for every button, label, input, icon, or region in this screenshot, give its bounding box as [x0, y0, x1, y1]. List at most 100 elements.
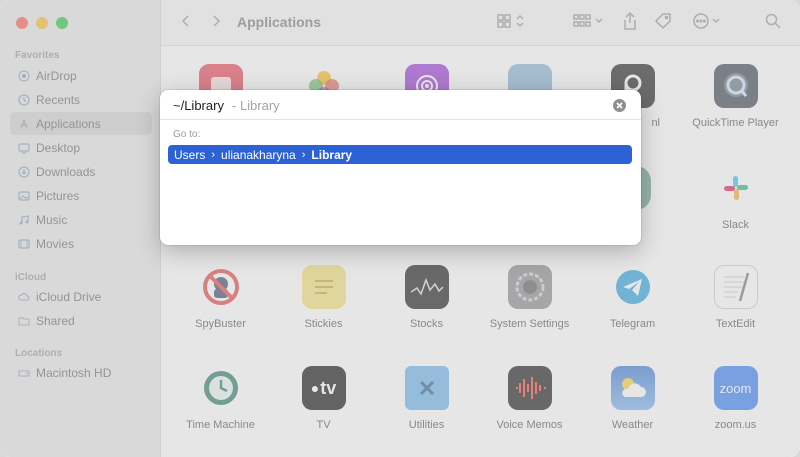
clear-input-button[interactable]	[613, 99, 626, 112]
sidebar-item-label: Recents	[36, 92, 81, 107]
search-button[interactable]	[763, 12, 783, 34]
zoom-icon: zoom	[713, 366, 758, 410]
path-input-value[interactable]: ~/Library	[173, 98, 224, 113]
sidebar-item-movies[interactable]: Movies	[10, 232, 152, 255]
close-window-button[interactable]	[16, 17, 28, 29]
apple-logo-icon: ●	[310, 380, 320, 396]
close-icon	[616, 102, 623, 109]
app-item-stocks[interactable]: Stocks	[375, 265, 478, 330]
telegram-icon	[610, 265, 655, 309]
stickies-icon	[301, 265, 346, 309]
airdrop-icon	[18, 70, 30, 82]
app-label: SpyBuster	[195, 318, 246, 330]
sidebar-item-label: Applications	[36, 116, 101, 131]
share-icon	[623, 11, 637, 35]
app-item-system-settings[interactable]: System Settings	[478, 265, 581, 330]
go-to-folder-dialog: ~/Library - Library Go to: Users › ulian…	[160, 90, 641, 245]
path-segment: Users	[174, 147, 206, 162]
app-label: Voice Memos	[496, 419, 563, 431]
applications-icon	[18, 117, 30, 130]
movies-icon	[18, 238, 30, 250]
action-menu-button[interactable]	[691, 12, 725, 34]
sidebar-item-label: Macintosh HD	[36, 365, 112, 380]
share-button[interactable]	[620, 11, 640, 35]
tags-button[interactable]	[653, 12, 673, 34]
sidebar-heading-locations: Locations	[15, 348, 63, 359]
forward-button[interactable]	[207, 12, 225, 34]
system-settings-icon	[507, 265, 552, 309]
app-item-utilities[interactable]: Utilities	[375, 366, 478, 431]
minimize-window-button[interactable]	[36, 17, 48, 29]
tv-icon: ● tv	[301, 366, 346, 410]
app-item-time-machine[interactable]: Time Machine	[169, 366, 272, 431]
path-segment-current: Library	[311, 147, 353, 162]
sidebar-item-recents[interactable]: Recents	[10, 88, 152, 111]
voice-memos-icon	[507, 366, 552, 410]
app-item-stickies[interactable]: Stickies	[272, 265, 375, 330]
app-item-textedit[interactable]: TextEdit	[684, 265, 787, 330]
sidebar-item-label: AirDrop	[36, 68, 77, 83]
app-label: Slack	[722, 219, 749, 231]
finder-window: Favorites AirDrop Recents Applications D…	[0, 0, 800, 457]
app-label: Weather	[611, 419, 654, 431]
desktop-icon	[18, 142, 30, 154]
sidebar-item-downloads[interactable]: Downloads	[10, 160, 152, 183]
path-suggestion-row[interactable]: Users › ulianakharyna › Library	[168, 145, 632, 164]
sidebar-item-applications[interactable]: Applications	[10, 112, 152, 135]
app-label: System Settings	[489, 318, 570, 330]
app-label: QuickTime Player	[692, 117, 779, 129]
window-controls	[16, 17, 68, 29]
app-item-spybuster[interactable]: SpyBuster	[169, 265, 272, 330]
app-label: Stickies	[304, 318, 343, 330]
sidebar-item-label: Music	[36, 212, 68, 227]
music-icon	[18, 214, 30, 226]
path-separator: ›	[301, 148, 306, 161]
download-icon	[18, 165, 30, 178]
go-to-section-label: Go to:	[173, 129, 201, 140]
sidebar-item-airdrop[interactable]: AirDrop	[10, 64, 152, 87]
stocks-icon	[404, 265, 449, 309]
app-item-voice-memos[interactable]: Voice Memos	[478, 366, 581, 431]
utilities-folder-icon	[404, 366, 449, 410]
sidebar-heading-icloud: iCloud	[15, 272, 47, 283]
pictures-icon	[18, 190, 30, 202]
time-machine-icon	[198, 366, 243, 410]
sidebar-item-label: Shared	[36, 313, 75, 328]
app-item-quicktime-player[interactable]: QuickTime Player	[684, 64, 787, 129]
path-input-field[interactable]: ~/Library - Library	[160, 90, 641, 120]
tag-icon	[654, 12, 672, 35]
sidebar-item-desktop[interactable]: Desktop	[10, 136, 152, 159]
sidebar-item-label: Movies	[36, 236, 75, 251]
view-mode-button[interactable]	[496, 12, 528, 34]
app-label: zoom.us	[714, 419, 757, 431]
quicktime-icon	[713, 64, 758, 108]
app-item-tv[interactable]: ● tv TV	[272, 366, 375, 431]
back-button[interactable]	[177, 12, 195, 34]
window-title: Applications	[237, 14, 322, 30]
textedit-icon	[713, 265, 758, 309]
app-label: Stocks	[409, 318, 443, 330]
toolbar: Applications	[161, 0, 800, 46]
zoom-window-button[interactable]	[56, 17, 68, 29]
sidebar: Favorites AirDrop Recents Applications D…	[0, 0, 161, 457]
slack-icon	[713, 166, 758, 210]
sidebar-item-icloud-drive[interactable]: iCloud Drive	[10, 285, 152, 308]
path-segment: ulianakharyna	[221, 147, 296, 162]
sidebar-item-music[interactable]: Music	[10, 208, 152, 231]
app-label: TextEdit	[715, 318, 756, 330]
app-item-weather[interactable]: Weather	[581, 366, 684, 431]
app-item-zoom-us[interactable]: zoom zoom.us	[684, 366, 787, 431]
path-separator: ›	[211, 148, 216, 161]
app-label: Time Machine	[186, 419, 255, 431]
sidebar-item-label: Desktop	[36, 140, 81, 155]
chevron-left-icon	[181, 14, 191, 33]
sidebar-item-pictures[interactable]: Pictures	[10, 184, 152, 207]
sidebar-item-macintosh-hd[interactable]: Macintosh HD	[10, 361, 152, 384]
group-button[interactable]	[572, 12, 606, 34]
group-grid-icon	[573, 13, 605, 33]
app-item-telegram[interactable]: Telegram	[581, 265, 684, 330]
app-item-slack[interactable]: Slack	[684, 166, 787, 231]
spybuster-icon	[198, 265, 243, 309]
sidebar-item-shared[interactable]: Shared	[10, 309, 152, 332]
cloud-icon	[18, 291, 30, 303]
